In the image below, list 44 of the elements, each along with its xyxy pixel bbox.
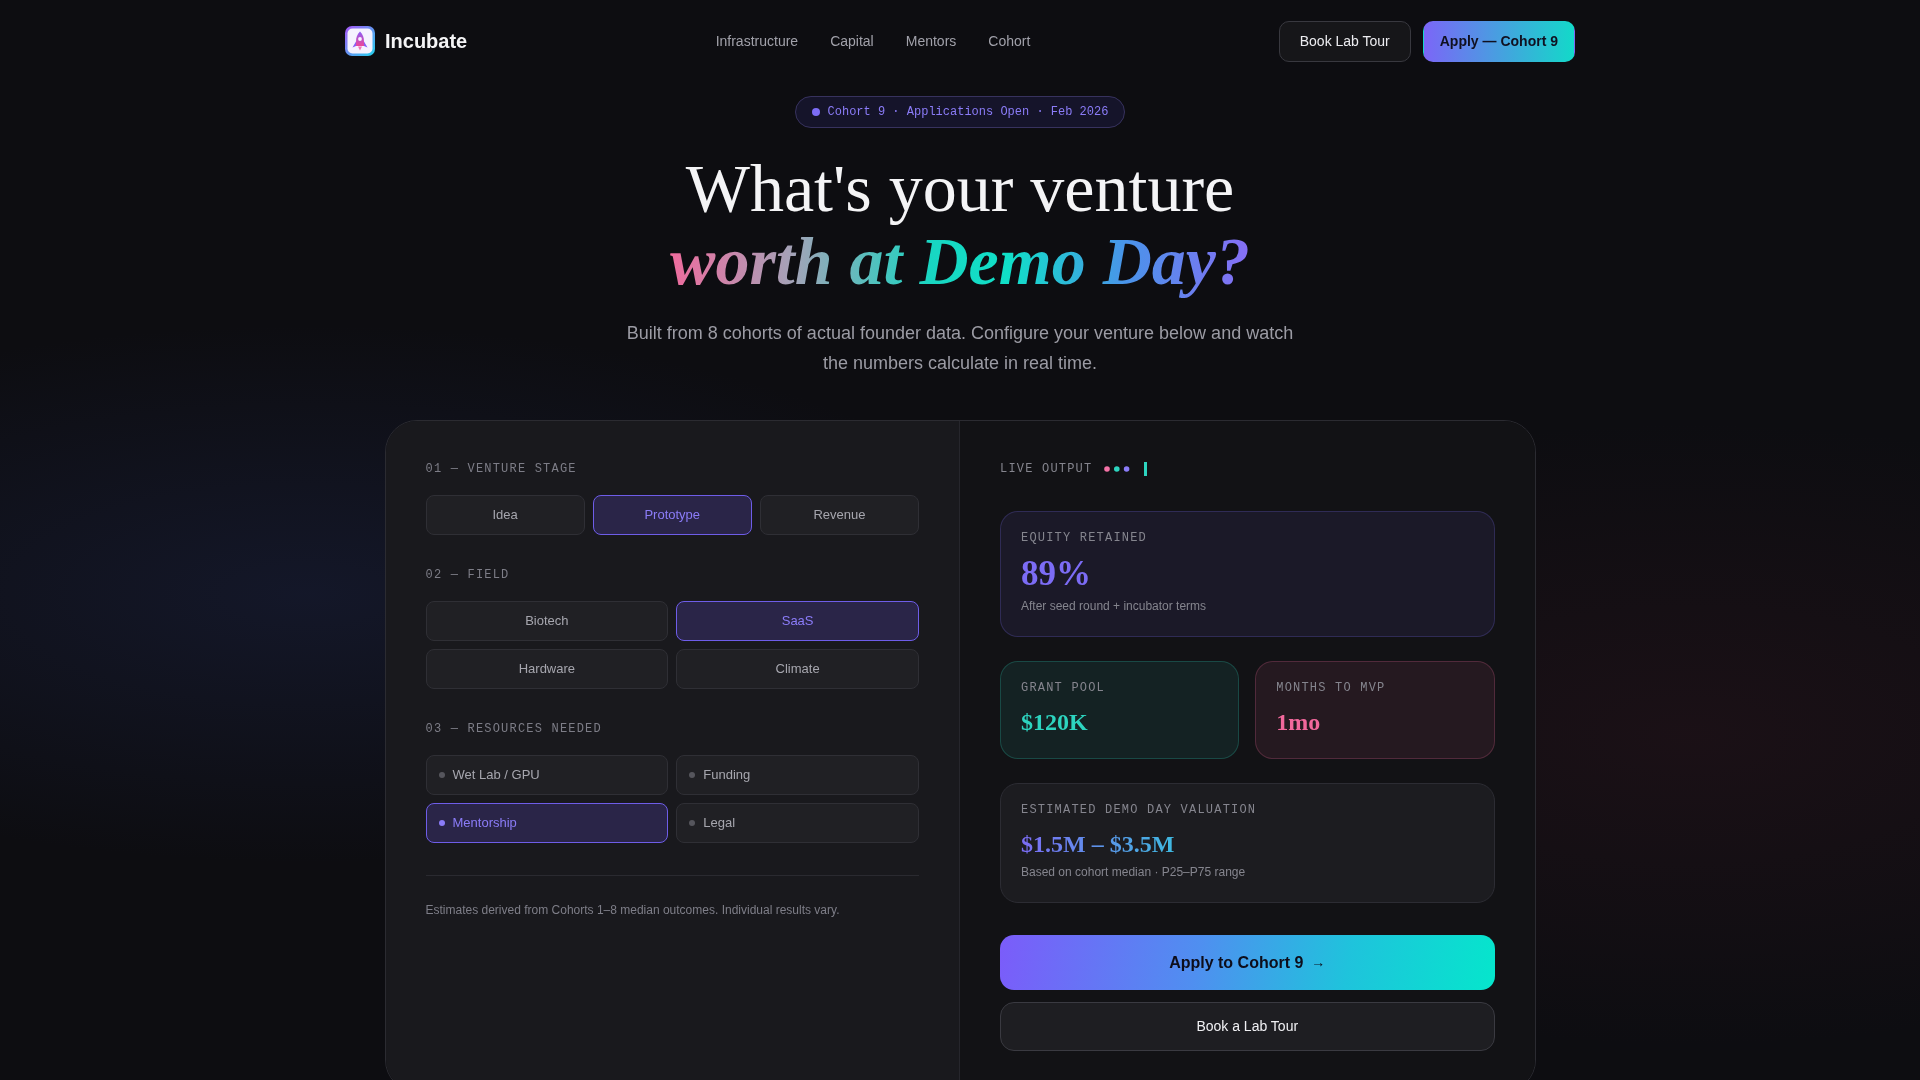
section-label: 02 — FIELD [425, 567, 511, 583]
live-output-label: LIVE OUTPUT [1000, 461, 1093, 477]
rocket-logo-icon [345, 26, 375, 56]
metric-value: 1mo [1276, 708, 1321, 736]
resource-toggle[interactable]: Funding [676, 755, 919, 795]
metric-value: $120K [1021, 708, 1088, 736]
metric-label: EQUITY RETAINED [1021, 530, 1148, 546]
metric-label: GRANT POOL [1021, 680, 1105, 696]
resource-toggle[interactable]: Legal [676, 803, 919, 843]
field-option[interactable]: Climate [676, 649, 919, 689]
nav-link[interactable]: Capital [830, 30, 874, 52]
field-option[interactable]: Biotech [425, 601, 669, 641]
resource-toggle[interactable]: Wet Lab / GPU [425, 755, 669, 795]
apply-cohort-button[interactable]: Apply to Cohort 9 → [1000, 935, 1495, 990]
bullet-icon [689, 820, 696, 826]
hero-subtitle: Built from 8 cohorts of actual founder data. Configure your venture below and watch the numbers calculate in real time. [625, 322, 1295, 375]
stage-option[interactable]: Prototype [592, 495, 752, 535]
nav-link[interactable]: Cohort [988, 30, 1031, 52]
cursor-icon [1144, 462, 1148, 476]
dots-icon [1104, 466, 1131, 472]
stage-option[interactable]: Revenue [759, 495, 919, 535]
badge-text: Cohort 9 · Applications Open · Feb 2026 [827, 104, 1109, 121]
book-tour-button[interactable]: Book Lab Tour [1278, 20, 1411, 62]
metric-label: MONTHS TO MVP [1276, 680, 1386, 696]
metric-note: After seed round + incubator terms [1021, 598, 1207, 614]
bullet-icon [438, 772, 445, 778]
nav-link[interactable]: Infrastructure [715, 30, 799, 52]
book-tour-button[interactable]: Book a Lab Tour [1000, 1002, 1495, 1051]
section-label: 03 — RESOURCES NEEDED [425, 721, 603, 737]
hero-title: What's your venture [685, 152, 1235, 225]
section-label: 01 — VENTURE STAGE [425, 461, 578, 477]
metric-note: Based on cohort median · P25–P75 range [1021, 864, 1246, 880]
apply-button[interactable]: Apply — Cohort 9 [1422, 20, 1575, 62]
metric-label: ESTIMATED DEMO DAY VALUATION [1021, 802, 1257, 818]
resource-toggle[interactable]: Mentorship [425, 803, 669, 843]
estimate-note: Estimates derived from Cohorts 1–8 median outcomes. Individual results vary. [425, 902, 841, 918]
bullet-icon [689, 772, 696, 778]
stage-option[interactable]: Idea [425, 495, 585, 535]
nav-link[interactable]: Mentors [905, 30, 957, 52]
brand-name[interactable]: Incubate [385, 26, 468, 56]
metric-value: 89% [1021, 554, 1091, 594]
field-option[interactable]: SaaS [676, 601, 919, 641]
field-option[interactable]: Hardware [425, 649, 669, 689]
bullet-icon [438, 820, 445, 826]
